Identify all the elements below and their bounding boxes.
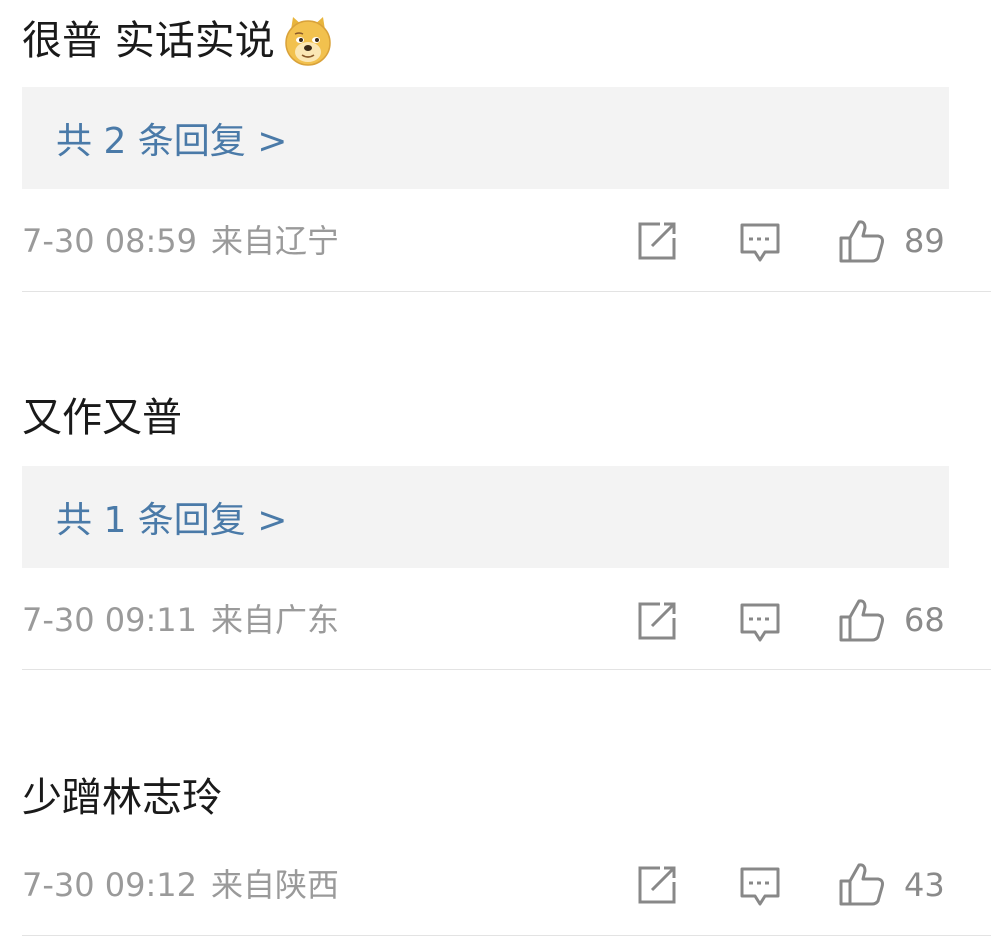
comment-meta: 7-30 09:11 来自广东 xyxy=(22,600,339,640)
like-button[interactable] xyxy=(838,218,886,264)
comment-date: 7-30 09:11 xyxy=(22,601,198,639)
like-count: 43 xyxy=(904,866,945,904)
doge-emoji-icon xyxy=(281,14,335,68)
repost-icon xyxy=(638,222,676,260)
view-replies-link[interactable]: 共 1 条回复 > xyxy=(56,491,287,543)
comment-meta: 7-30 09:12 来自陕西 xyxy=(22,865,339,905)
repost-button[interactable] xyxy=(636,600,680,642)
comment-icon xyxy=(740,867,780,906)
comment-location: 来自辽宁 xyxy=(211,222,340,260)
like-count: 68 xyxy=(904,601,945,639)
comment-button[interactable] xyxy=(738,600,782,644)
comment-text-row: 少蹭林志玲 xyxy=(22,774,222,822)
comment-text: 又作又普 xyxy=(22,395,182,441)
thumbs-up-icon xyxy=(839,599,884,642)
comment-location: 来自广东 xyxy=(211,601,340,639)
thumbs-up-icon xyxy=(839,863,884,906)
repost-button[interactable] xyxy=(636,220,680,262)
comment-text: 少蹭林志玲 xyxy=(22,775,222,821)
view-replies-link[interactable]: 共 2 条回复 > xyxy=(56,112,287,164)
comment-text-row: 很普 实话实说 xyxy=(22,14,335,68)
comment-text: 很普 实话实说 xyxy=(22,18,275,64)
comment-item: 很普 实话实说 共 2 条回复 > 7-30 08:59 来自辽宁 89 xyxy=(0,0,991,292)
thumbs-up-icon xyxy=(839,220,884,263)
comment-button[interactable] xyxy=(738,220,782,264)
like-count: 89 xyxy=(904,222,945,260)
comment-item: 又作又普 共 1 条回复 > 7-30 09:11 来自广东 68 xyxy=(0,292,991,670)
comment-icon xyxy=(740,223,780,262)
like-button[interactable] xyxy=(838,597,886,643)
repost-button[interactable] xyxy=(636,864,680,906)
replies-box[interactable]: 共 1 条回复 > xyxy=(22,466,949,568)
repost-icon xyxy=(638,602,676,640)
like-button[interactable] xyxy=(838,861,886,907)
repost-icon xyxy=(638,866,676,904)
comment-item: 少蹭林志玲 7-30 09:12 来自陕西 43 xyxy=(0,670,991,936)
replies-box[interactable]: 共 2 条回复 > xyxy=(22,87,949,189)
comment-text-row: 又作又普 xyxy=(22,394,182,442)
comment-meta: 7-30 08:59 来自辽宁 xyxy=(22,221,339,261)
comment-date: 7-30 08:59 xyxy=(22,222,198,260)
comment-location: 来自陕西 xyxy=(211,866,340,904)
comment-icon xyxy=(740,603,780,642)
comment-date: 7-30 09:12 xyxy=(22,866,198,904)
comment-button[interactable] xyxy=(738,864,782,908)
